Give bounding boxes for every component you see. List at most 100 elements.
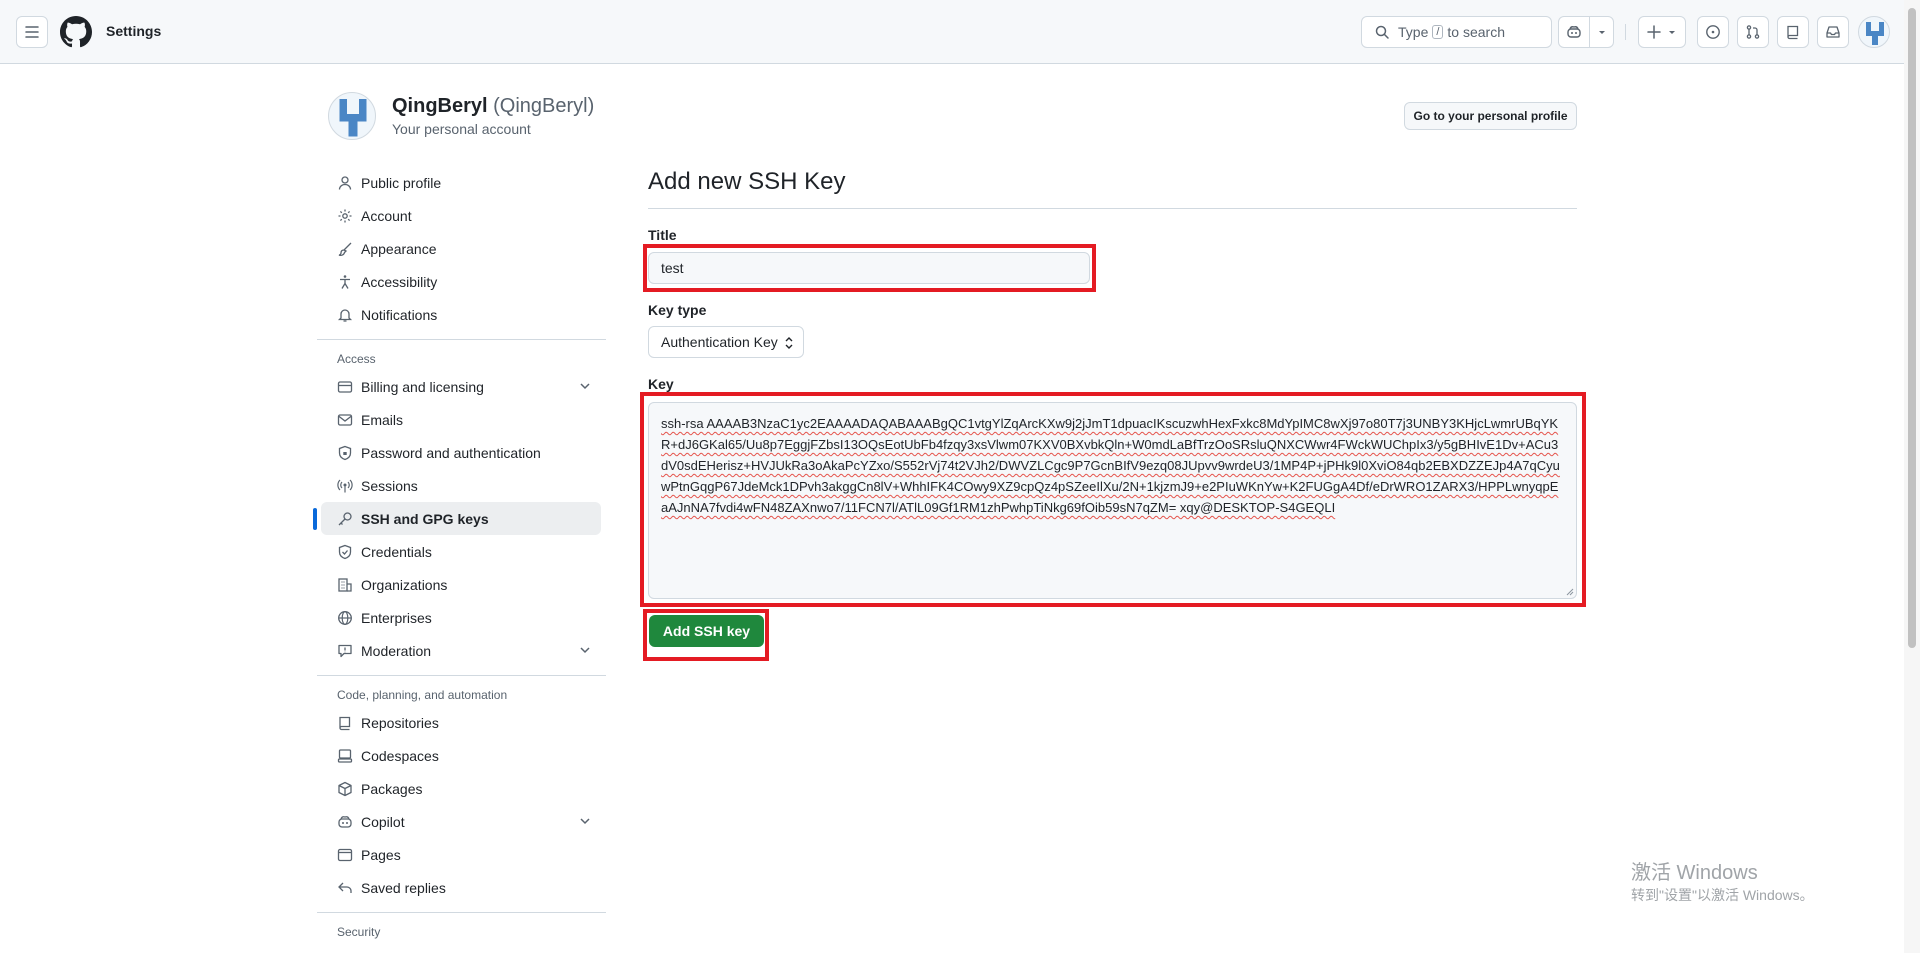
account-name[interactable]: QingBeryl (QingBeryl) [392, 95, 594, 118]
codespaces-icon [337, 748, 353, 763]
paintbrush-icon [338, 242, 352, 256]
title-divider [648, 208, 1577, 209]
pull-requests-button[interactable] [1737, 16, 1769, 48]
chevron-down-icon[interactable] [577, 642, 593, 658]
account-login: (QingBeryl) [493, 95, 595, 117]
key-type-label: Key type [648, 302, 707, 318]
account-avatar[interactable] [328, 92, 376, 140]
create-new-button[interactable] [1638, 16, 1686, 48]
inbox-icon [1826, 26, 1840, 38]
sidebar-item-appearance[interactable]: Appearance [321, 232, 601, 265]
reply-icon [338, 882, 352, 893]
sidebar-item-credentials[interactable]: Credentials [321, 535, 601, 568]
gear-icon [338, 209, 352, 222]
sidebar-item-label: Packages [361, 780, 423, 797]
chevron-down-icon[interactable] [577, 813, 593, 829]
copilot-button[interactable] [1559, 17, 1591, 47]
plus-icon [1647, 25, 1661, 39]
copilot-dropdown-button[interactable] [1590, 17, 1613, 47]
notifications-inbox-button[interactable] [1817, 16, 1849, 48]
browser-icon [337, 848, 353, 861]
sidebar-divider [317, 339, 606, 340]
sidebar-group-access: Access [337, 352, 376, 366]
search-input[interactable]: Type / to search [1361, 16, 1552, 48]
github-logo-icon[interactable] [60, 16, 92, 48]
chevron-down-icon[interactable] [577, 378, 593, 394]
key-label: Key [648, 376, 674, 392]
sidebar-item-label: Pages [361, 846, 401, 863]
triangle-down-icon [1669, 31, 1675, 34]
page-scrollbar-thumb[interactable] [1908, 8, 1916, 648]
title-label: Title [648, 227, 677, 243]
sidebar-item-label: Appearance [361, 240, 437, 257]
sidebar-group-code: Code, planning, and automation [337, 688, 508, 702]
sidebar-item-billing[interactable]: Billing and licensing [321, 370, 601, 403]
sidebar-group-security: Security [337, 925, 381, 939]
credit-card-icon [337, 380, 353, 393]
menu-button[interactable] [16, 16, 48, 48]
sidebar-item-label: Emails [361, 411, 404, 428]
search-shortcut-key: / [1432, 25, 1444, 39]
sidebar-item-repositories[interactable]: Repositories [321, 706, 601, 739]
context-title[interactable]: Settings [106, 23, 161, 39]
sidebar-item-ssh-gpg-keys[interactable]: SSH and GPG keys [313, 502, 601, 535]
package-icon [338, 781, 352, 796]
user-avatar-icon [1866, 22, 1884, 45]
sidebar-item-label: Account [361, 207, 412, 224]
triangle-down-icon [1598, 31, 1605, 34]
sidebar-item-enterprises[interactable]: Enterprises [321, 601, 601, 634]
sidebar-item-sessions[interactable]: Sessions [321, 469, 601, 502]
issues-button[interactable] [1697, 16, 1729, 48]
highlight-submit-button [643, 609, 769, 661]
repo-icon [1787, 25, 1799, 40]
search-placeholder-prefix: Type [1398, 24, 1429, 40]
sidebar-item-public-profile[interactable]: Public profile [321, 166, 601, 199]
organization-icon [338, 577, 352, 592]
key-type-select[interactable]: Authentication Key [648, 326, 804, 358]
sidebar-item-notifications[interactable]: Notifications [321, 298, 601, 331]
sidebar-item-label: Organizations [361, 576, 448, 593]
sidebar-item-label: Moderation [361, 642, 432, 659]
globe-icon [338, 610, 352, 625]
account-subtitle: Your personal account [392, 121, 531, 137]
sidebar-item-account[interactable]: Account [321, 199, 601, 232]
highlight-title-field [643, 244, 1096, 292]
copilot-button-group [1558, 16, 1614, 48]
go-to-profile-button[interactable]: Go to your personal profile [1404, 102, 1577, 130]
user-avatar-menu[interactable] [1858, 16, 1890, 48]
sidebar-item-password-auth[interactable]: Password and authentication [321, 436, 601, 469]
sidebar-item-codespaces[interactable]: Codespaces [321, 739, 601, 772]
sidebar-item-copilot[interactable]: Copilot [321, 805, 601, 838]
sidebar-item-packages[interactable]: Packages [321, 772, 601, 805]
highlight-key-field [640, 392, 1586, 607]
key-type-value: Authentication Key [661, 334, 778, 350]
sidebar-item-organizations[interactable]: Organizations [321, 568, 601, 601]
sidebar-item-moderation[interactable]: Moderation [321, 634, 601, 667]
copilot-icon [338, 815, 352, 828]
hamburger-icon [25, 26, 39, 38]
shield-check-icon [338, 544, 352, 559]
accessibility-icon [340, 274, 350, 289]
select-arrows-icon [785, 337, 793, 349]
sidebar-item-pages[interactable]: Pages [321, 838, 601, 871]
sidebar-item-label: Credentials [361, 543, 432, 560]
activation-watermark-title: 激活 Windows [1631, 862, 1758, 884]
key-icon [338, 511, 352, 525]
sidebar-divider [317, 912, 606, 913]
broadcast-icon [337, 479, 353, 492]
mail-icon [337, 413, 353, 426]
sidebar-item-label: Repositories [361, 714, 439, 731]
top-header: Settings Type / to search [0, 0, 1920, 64]
sidebar-item-label: Password and authentication [361, 444, 541, 461]
repositories-button[interactable] [1777, 16, 1809, 48]
identicon-icon [339, 99, 367, 137]
settings-sidebar: Public profile Account Appearance Access… [313, 166, 606, 943]
sidebar-item-emails[interactable]: Emails [321, 403, 601, 436]
shield-lock-icon [338, 445, 352, 460]
sidebar-item-label: Notifications [361, 306, 438, 323]
git-pull-request-icon [1746, 25, 1760, 39]
sidebar-item-label: Copilot [361, 813, 405, 830]
sidebar-item-saved-replies[interactable]: Saved replies [321, 871, 601, 904]
copilot-icon [1567, 26, 1581, 38]
sidebar-item-accessibility[interactable]: Accessibility [321, 265, 601, 298]
